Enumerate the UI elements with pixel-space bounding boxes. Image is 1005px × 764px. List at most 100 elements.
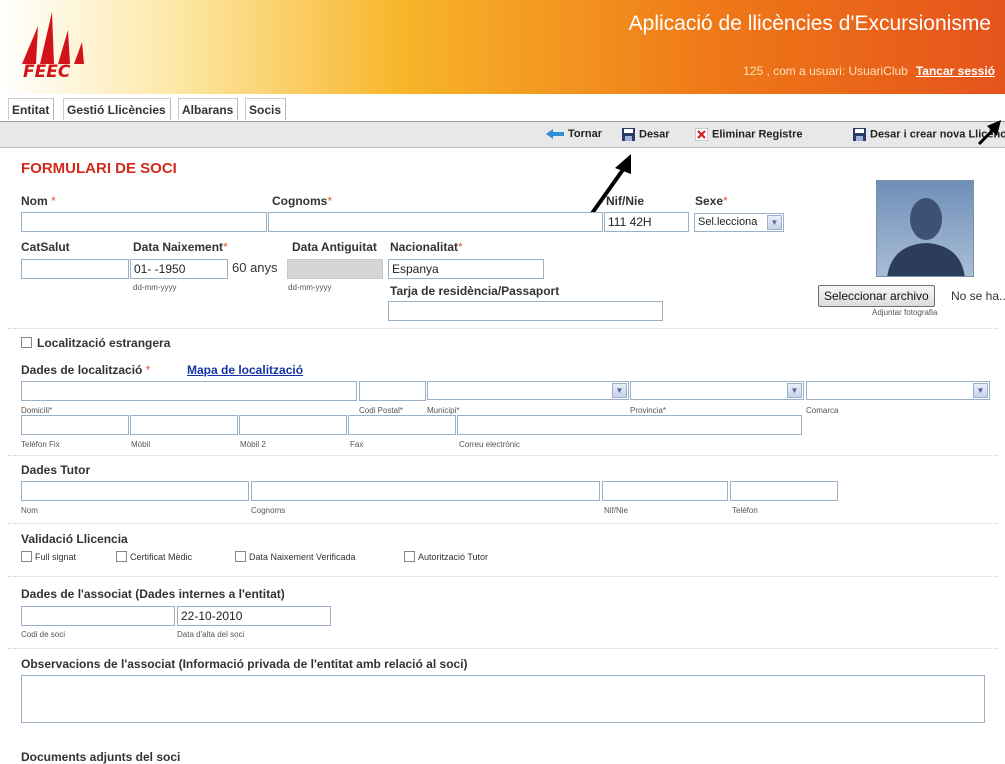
form-title: FORMULARI DE SOCI bbox=[21, 160, 177, 177]
municipi-select[interactable]: ▼ bbox=[427, 381, 629, 400]
sexe-select[interactable]: Sel.lecciona ▼ bbox=[694, 213, 784, 232]
divider bbox=[8, 328, 998, 329]
codi-postal-label: Codi Postal* bbox=[359, 406, 404, 415]
tutor-telefon-label: Telèfon bbox=[732, 506, 758, 515]
data-naixement-verificada-checkbox[interactable] bbox=[235, 551, 246, 562]
tarja-input[interactable] bbox=[388, 301, 663, 321]
correu-input[interactable] bbox=[457, 415, 802, 435]
divider bbox=[8, 455, 998, 456]
menu-socis[interactable]: Socis bbox=[245, 98, 287, 120]
mobil2-label: Mòbil 2 bbox=[240, 440, 266, 449]
tutor-nif-input[interactable] bbox=[602, 481, 728, 501]
tutor-cognoms-input[interactable] bbox=[251, 481, 600, 501]
age-value: 60 anys bbox=[232, 260, 278, 275]
tutor-cognoms-label: Cognoms bbox=[251, 506, 286, 515]
nacionalitat-label: Nacionalitat* bbox=[390, 240, 463, 254]
certificat-medic-label: Certificat Mèdic bbox=[130, 552, 193, 562]
nif-input[interactable]: 111 42H bbox=[604, 212, 689, 232]
tarja-label: Tarja de residència/Passaport bbox=[390, 284, 560, 298]
floppy-icon bbox=[622, 128, 635, 141]
logout-link[interactable]: Tancar sessió bbox=[916, 64, 995, 78]
telefon-input[interactable] bbox=[21, 415, 129, 435]
data-alta-input[interactable]: 22-10-2010 bbox=[177, 606, 331, 626]
mobil2-input[interactable] bbox=[239, 415, 347, 435]
nacionalitat-input[interactable]: Espanya bbox=[388, 259, 544, 279]
menu-albarans[interactable]: Albarans bbox=[178, 98, 239, 120]
observacions-heading: Observacions de l'associat (Informació p… bbox=[21, 657, 468, 671]
floppy-icon bbox=[853, 128, 866, 141]
back-arrow-icon bbox=[546, 129, 564, 140]
date-format-hint: dd-mm-yyyy bbox=[133, 283, 177, 292]
person-silhouette-icon bbox=[887, 198, 965, 276]
autoritzacio-tutor-checkbox[interactable] bbox=[404, 551, 415, 562]
avatar bbox=[876, 180, 974, 277]
mobil-input[interactable] bbox=[130, 415, 238, 435]
chevron-down-icon: ▼ bbox=[787, 383, 802, 398]
back-label: Tornar bbox=[568, 128, 603, 140]
full-signat-checkbox[interactable] bbox=[21, 551, 32, 562]
cognoms-input[interactable] bbox=[268, 212, 603, 232]
fax-input[interactable] bbox=[348, 415, 456, 435]
chevron-down-icon: ▼ bbox=[973, 383, 988, 398]
menu-gestio-llicencies[interactable]: Gestió Llicències bbox=[63, 98, 171, 120]
cognoms-label: Cognoms* bbox=[272, 194, 333, 208]
menu-entitat[interactable]: Entitat bbox=[8, 98, 55, 120]
fax-label: Fax bbox=[350, 440, 364, 449]
tutor-nom-input[interactable] bbox=[21, 481, 249, 501]
codi-postal-input[interactable] bbox=[359, 381, 426, 401]
dades-tutor-heading: Dades Tutor bbox=[21, 463, 91, 477]
photo-caption: Adjuntar fotografia bbox=[872, 308, 938, 317]
save-button[interactable]: Desar bbox=[622, 128, 670, 141]
mobil-label: Mòbil bbox=[131, 440, 151, 449]
comarca-label: Comarca bbox=[806, 406, 839, 415]
chevron-down-icon: ▼ bbox=[767, 215, 782, 230]
chevron-down-icon: ▼ bbox=[612, 383, 627, 398]
sexe-label: Sexe* bbox=[695, 194, 728, 208]
toolbar: Tornar Desar Eliminar Registre Desar i c… bbox=[0, 122, 1005, 148]
catsalut-input[interactable] bbox=[21, 259, 129, 279]
domicili-input[interactable] bbox=[21, 381, 357, 401]
dades-associat-heading: Dades de l'associat (Dades internes a l'… bbox=[21, 587, 285, 601]
back-button[interactable]: Tornar bbox=[546, 128, 602, 140]
codi-soci-label: Codi de soci bbox=[21, 630, 66, 639]
user-info: 125 , com a usuari: UsuariClub Tancar ses… bbox=[743, 64, 995, 78]
codi-soci-input[interactable] bbox=[21, 606, 175, 626]
dades-localitzacio-heading: Dades de localització * bbox=[21, 363, 151, 377]
save-label: Desar bbox=[639, 128, 670, 141]
divider bbox=[8, 576, 998, 577]
delete-icon bbox=[695, 128, 708, 141]
data-antiguitat-input bbox=[287, 259, 383, 279]
mapa-localitzacio-link[interactable]: Mapa de localització bbox=[187, 363, 303, 377]
divider bbox=[8, 523, 998, 524]
main-menu: Entitat Gestió Llicències Albarans Socis bbox=[0, 94, 1005, 122]
delete-button[interactable]: Eliminar Registre bbox=[695, 128, 802, 141]
validacio-heading: Validació Llicencia bbox=[21, 532, 128, 546]
catsalut-label: CatSalut bbox=[21, 240, 70, 254]
autoritzacio-tutor-label: Autorització Tutor bbox=[418, 552, 489, 562]
tutor-nif-label: Nif/Nie bbox=[604, 506, 629, 515]
tutor-telefon-input[interactable] bbox=[730, 481, 838, 501]
tutor-nom-label: Nom bbox=[21, 506, 38, 515]
provincia-label: Provincia* bbox=[630, 406, 667, 415]
data-antiguitat-label: Data Antiguitat bbox=[292, 240, 377, 254]
localitzacio-estrangera-label: Localització estrangera bbox=[37, 336, 171, 350]
comarca-select[interactable]: ▼ bbox=[806, 381, 990, 400]
data-naixement-verificada-label: Data Naixement Verificada bbox=[249, 552, 356, 562]
nom-input[interactable] bbox=[21, 212, 267, 232]
select-file-button[interactable]: Seleccionar archivo bbox=[818, 285, 935, 307]
delete-label: Eliminar Registre bbox=[712, 128, 803, 141]
nom-label: Nom * bbox=[21, 194, 56, 208]
provincia-select[interactable]: ▼ bbox=[630, 381, 804, 400]
municipi-label: Municipi* bbox=[427, 406, 460, 415]
file-status: No se ha... bbox=[951, 289, 1005, 303]
logo-text: FEEC bbox=[23, 62, 71, 82]
localitzacio-estrangera-checkbox[interactable] bbox=[21, 337, 32, 348]
data-naixement-input[interactable]: 01- -1950 bbox=[130, 259, 228, 279]
app-title: Aplicació de llicències d'Excursionisme bbox=[628, 12, 991, 35]
sexe-value: Sel.lecciona bbox=[698, 216, 758, 228]
certificat-medic-checkbox[interactable] bbox=[116, 551, 127, 562]
correu-label: Correu electrònic bbox=[459, 440, 520, 449]
observacions-textarea[interactable] bbox=[21, 675, 985, 723]
domicili-label: Domicili* bbox=[21, 406, 53, 415]
annotation-arrow-icon bbox=[977, 120, 1001, 146]
